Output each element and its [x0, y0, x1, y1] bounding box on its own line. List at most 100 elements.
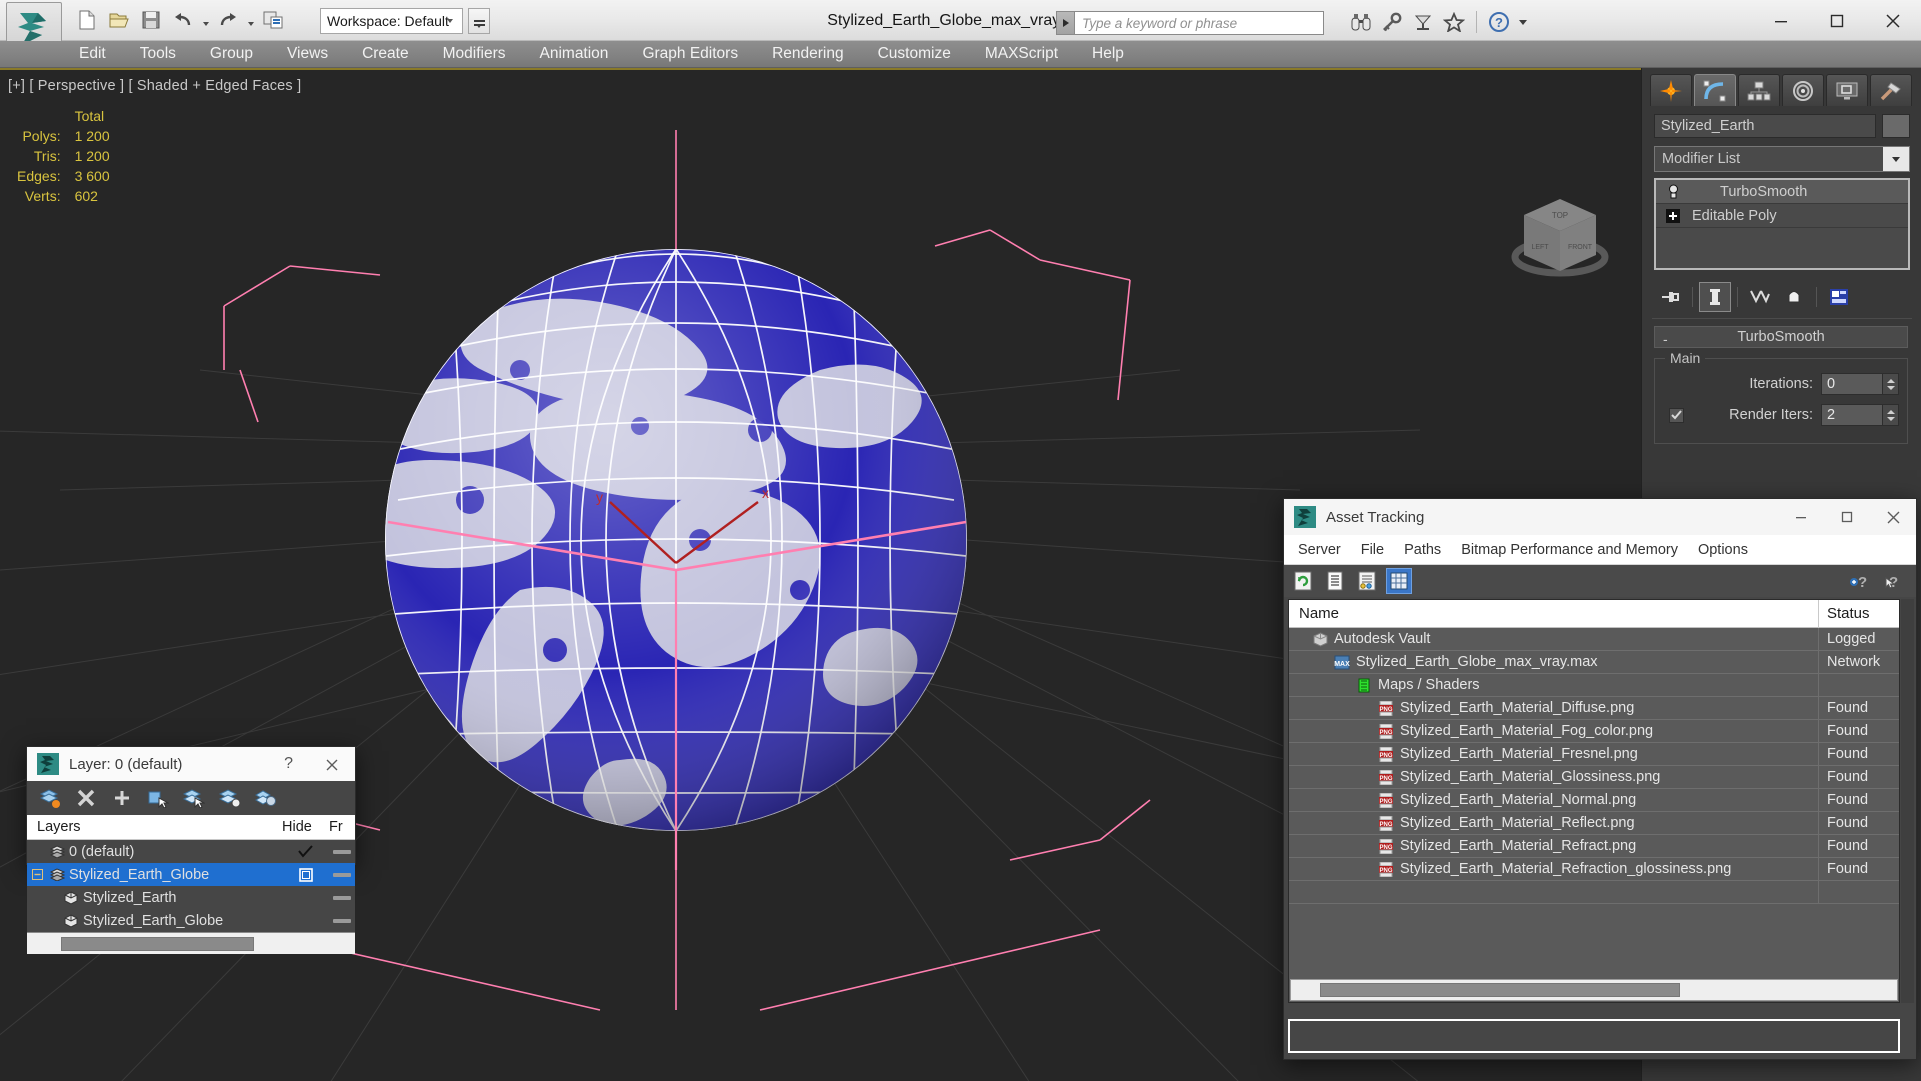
save-file-icon[interactable]: [136, 5, 166, 35]
list-view-icon[interactable]: [1322, 568, 1348, 594]
layer-hide-box-icon[interactable]: [282, 867, 329, 882]
menu-item-maxscript[interactable]: MAXScript: [968, 42, 1075, 66]
menu-item-create[interactable]: Create: [345, 42, 426, 66]
menu-item-edit[interactable]: Edit: [62, 42, 123, 66]
layer-dialog[interactable]: Layer: 0 (default) ? Layers Hide Fr 0 (d…: [26, 746, 356, 954]
menu-item-help[interactable]: Help: [1075, 42, 1141, 66]
motion-tab[interactable]: [1782, 74, 1824, 106]
context-help-icon[interactable]: ?: [1880, 568, 1906, 594]
menu-item-animation[interactable]: Animation: [523, 42, 626, 66]
layer-row-default[interactable]: 0 (default): [27, 840, 355, 863]
workspace-dropdown-button[interactable]: [468, 8, 490, 34]
show-end-result-icon[interactable]: [1699, 282, 1731, 312]
add-selection-to-layer-icon[interactable]: [109, 785, 135, 811]
layer-list[interactable]: 0 (default) Stylized_Earth_Globe Stylize…: [27, 840, 355, 932]
asset-row-reflect[interactable]: PNG Stylized_Earth_Material_Reflect.png …: [1289, 811, 1899, 835]
asset-column-status[interactable]: Status: [1819, 605, 1899, 622]
asset-row-maps-shaders[interactable]: Maps / Shaders: [1289, 673, 1899, 697]
menu-item-group[interactable]: Group: [193, 42, 270, 66]
help-dropdown-icon[interactable]: [1519, 19, 1527, 25]
grid-view-icon[interactable]: [1386, 568, 1412, 594]
layer-hide-check-icon[interactable]: [282, 845, 329, 858]
menu-item-rendering[interactable]: Rendering: [755, 42, 861, 66]
asset-row-empty[interactable]: [1289, 880, 1899, 904]
viewport-label[interactable]: [+] [ Perspective ] [ Shaded + Edged Fac…: [8, 78, 301, 94]
redo-icon[interactable]: [213, 5, 243, 35]
menu-item-views[interactable]: Views: [270, 42, 345, 66]
delete-layer-icon[interactable]: [73, 785, 99, 811]
at-menu-bitmap-performance-and-memory[interactable]: Bitmap Performance and Memory: [1451, 538, 1688, 562]
modifier-stack[interactable]: TurboSmooth Editable Poly: [1654, 178, 1910, 270]
utilities-tab[interactable]: [1870, 74, 1912, 106]
layer-settings-icon[interactable]: [253, 785, 279, 811]
layer-row-stylized-earth[interactable]: Stylized_Earth: [27, 886, 355, 909]
render-iters-checkbox[interactable]: [1669, 407, 1684, 423]
search-dropdown-icon[interactable]: [1056, 11, 1074, 35]
layer-row-stylized-earth-globe[interactable]: Stylized_Earth_Globe: [27, 863, 355, 886]
at-menu-server[interactable]: Server: [1288, 538, 1351, 562]
make-unique-icon[interactable]: [1744, 282, 1776, 312]
layer-freeze-cell[interactable]: [329, 918, 355, 923]
layer-freeze-cell[interactable]: [329, 849, 355, 854]
iterations-field[interactable]: 0: [1821, 373, 1883, 395]
asset-tracking-minimize-button[interactable]: [1778, 499, 1824, 535]
asset-row-autodesk-vault[interactable]: Autodesk Vault Logged: [1289, 627, 1899, 651]
star-icon[interactable]: [1440, 8, 1468, 36]
scrollbar-thumb[interactable]: [1320, 983, 1680, 997]
close-button[interactable]: [1865, 0, 1921, 41]
detail-view-icon[interactable]: [1354, 568, 1380, 594]
open-file-icon[interactable]: [104, 5, 134, 35]
rollout-header[interactable]: - TurboSmooth: [1654, 326, 1908, 348]
render-iters-spinner[interactable]: [1883, 404, 1899, 426]
key-icon[interactable]: [1378, 8, 1406, 36]
asset-row-refract[interactable]: PNG Stylized_Earth_Material_Refract.png …: [1289, 834, 1899, 858]
asset-row-max-file[interactable]: MAX Stylized_Earth_Globe_max_vray.max Ne…: [1289, 650, 1899, 674]
refresh-icon[interactable]: [1290, 568, 1316, 594]
menu-item-customize[interactable]: Customize: [861, 42, 968, 66]
asset-tracking-maximize-button[interactable]: [1824, 499, 1870, 535]
asset-tracking-dialog[interactable]: Asset Tracking Server File Paths Bitmap …: [1283, 498, 1917, 1060]
redo-dropdown-icon[interactable]: [245, 5, 256, 35]
help-add-icon[interactable]: ?: [1846, 568, 1872, 594]
undo-icon[interactable]: [168, 5, 198, 35]
object-color-swatch[interactable]: [1882, 114, 1910, 138]
display-tab[interactable]: [1826, 74, 1868, 106]
create-tab[interactable]: [1650, 74, 1692, 106]
rollout-collapse-icon[interactable]: -: [1663, 331, 1668, 347]
asset-row-diffuse[interactable]: PNG Stylized_Earth_Material_Diffuse.png …: [1289, 696, 1899, 720]
asset-list-horizontal-scrollbar[interactable]: [1290, 979, 1898, 1001]
layer-dialog-titlebar[interactable]: Layer: 0 (default) ?: [27, 747, 355, 781]
select-objects-in-layer-icon[interactable]: [145, 785, 171, 811]
asset-row-glossiness[interactable]: PNG Stylized_Earth_Material_Glossiness.p…: [1289, 765, 1899, 789]
modifier-list-dropdown[interactable]: Modifier List: [1654, 146, 1910, 172]
workspace-selector[interactable]: Workspace: Default: [320, 8, 463, 34]
asset-tracking-close-button[interactable]: [1870, 499, 1916, 535]
at-menu-options[interactable]: Options: [1688, 538, 1758, 562]
object-name-field[interactable]: Stylized_Earth: [1654, 114, 1876, 138]
search-box[interactable]: Type a keyword or phrase: [1056, 11, 1324, 35]
modifier-stack-item-editable-poly[interactable]: Editable Poly: [1656, 204, 1908, 228]
project-folder-icon[interactable]: [258, 5, 288, 35]
expand-plus-icon[interactable]: [1660, 208, 1686, 223]
binoculars-icon[interactable]: [1347, 8, 1375, 36]
layer-row-stylized-earth-globe-object[interactable]: Stylized_Earth_Globe: [27, 909, 355, 932]
asset-row-fresnel[interactable]: PNG Stylized_Earth_Material_Fresnel.png …: [1289, 742, 1899, 766]
chevron-down-icon[interactable]: [1883, 147, 1909, 171]
search-input[interactable]: Type a keyword or phrase: [1074, 11, 1324, 35]
configure-modifier-sets-icon[interactable]: [1823, 282, 1855, 312]
minimize-button[interactable]: [1753, 0, 1809, 41]
hierarchy-tab[interactable]: [1738, 74, 1780, 106]
layer-dialog-help-button[interactable]: ?: [284, 755, 293, 773]
help-icon[interactable]: ?: [1485, 8, 1513, 36]
asset-list-vertical-scrollbar[interactable]: [1901, 599, 1914, 1003]
remove-modifier-icon[interactable]: [1778, 282, 1810, 312]
layer-horizontal-scrollbar[interactable]: [27, 932, 355, 954]
modifier-stack-item-turbosmooth[interactable]: TurboSmooth: [1656, 180, 1908, 204]
pin-stack-icon[interactable]: [1654, 282, 1686, 312]
layer-freeze-cell[interactable]: [329, 872, 355, 877]
highlight-selected-objects-layer-icon[interactable]: [181, 785, 207, 811]
layer-dialog-close-button[interactable]: [309, 747, 355, 783]
at-menu-paths[interactable]: Paths: [1394, 538, 1451, 562]
menu-item-tools[interactable]: Tools: [123, 42, 193, 66]
scrollbar-thumb[interactable]: [61, 936, 254, 951]
